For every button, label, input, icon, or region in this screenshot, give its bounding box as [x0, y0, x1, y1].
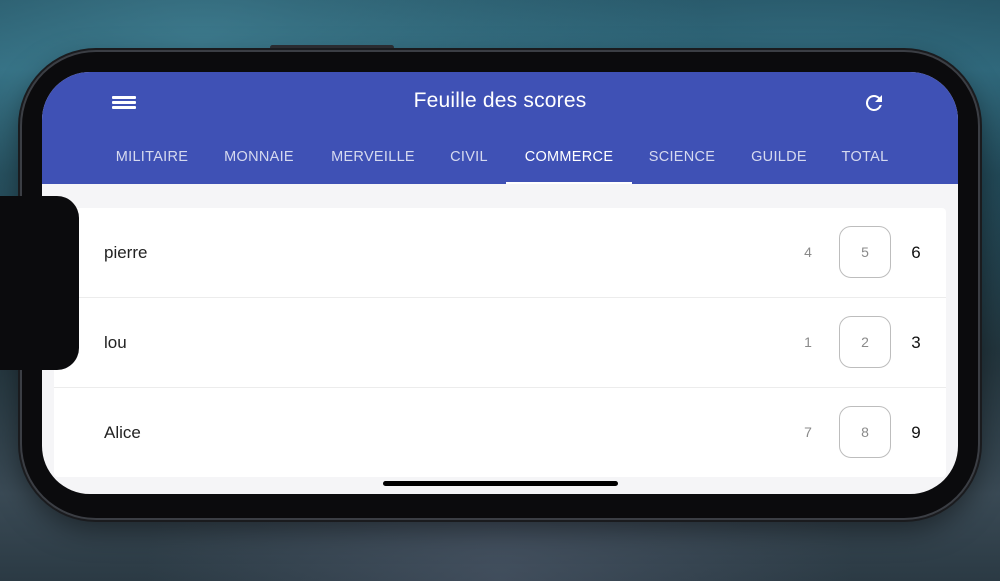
- page-title: Feuille des scores: [413, 89, 587, 112]
- score-input[interactable]: 8: [839, 406, 891, 458]
- active-tab-indicator: [506, 182, 632, 184]
- category-tabs: MILITAIRE MONNAIE MERVEILLE CIVIL COMMER…: [42, 136, 958, 184]
- tab-merveille[interactable]: MERVEILLE: [320, 136, 426, 184]
- player-row: Alice 7 8 9: [54, 388, 946, 477]
- score-input[interactable]: 5: [839, 226, 891, 278]
- previous-value[interactable]: 1: [792, 298, 824, 387]
- previous-value[interactable]: 4: [792, 208, 824, 297]
- tab-militaire[interactable]: MILITAIRE: [100, 136, 204, 184]
- player-name: pierre: [104, 243, 148, 262]
- player-row: lou 1 2 3: [54, 298, 946, 388]
- app-bar: Feuille des scores MILITAIRE MONNAIE MER…: [42, 72, 958, 184]
- home-indicator[interactable]: [383, 481, 618, 486]
- player-name: lou: [104, 333, 127, 352]
- previous-value[interactable]: 7: [792, 388, 824, 477]
- app-screen: Feuille des scores MILITAIRE MONNAIE MER…: [42, 72, 958, 494]
- tab-civil[interactable]: CIVIL: [438, 136, 500, 184]
- tab-guilde[interactable]: GUILDE: [736, 136, 822, 184]
- next-value[interactable]: 3: [904, 298, 928, 387]
- player-score-list: pierre 4 5 6 lou 1 2 3 Alice 7 8 9: [54, 208, 946, 477]
- next-value[interactable]: 9: [904, 388, 928, 477]
- next-value[interactable]: 6: [904, 208, 928, 297]
- tab-monnaie[interactable]: MONNAIE: [212, 136, 306, 184]
- phone-volume-button: [270, 45, 394, 50]
- tab-total[interactable]: TOTAL: [832, 136, 898, 184]
- tab-commerce[interactable]: COMMERCE: [506, 136, 632, 184]
- player-name: Alice: [104, 423, 141, 442]
- player-row: pierre 4 5 6: [54, 208, 946, 298]
- tab-science[interactable]: SCIENCE: [636, 136, 728, 184]
- refresh-icon[interactable]: [862, 91, 886, 115]
- score-input[interactable]: 2: [839, 316, 891, 368]
- phone-notch: [0, 196, 79, 370]
